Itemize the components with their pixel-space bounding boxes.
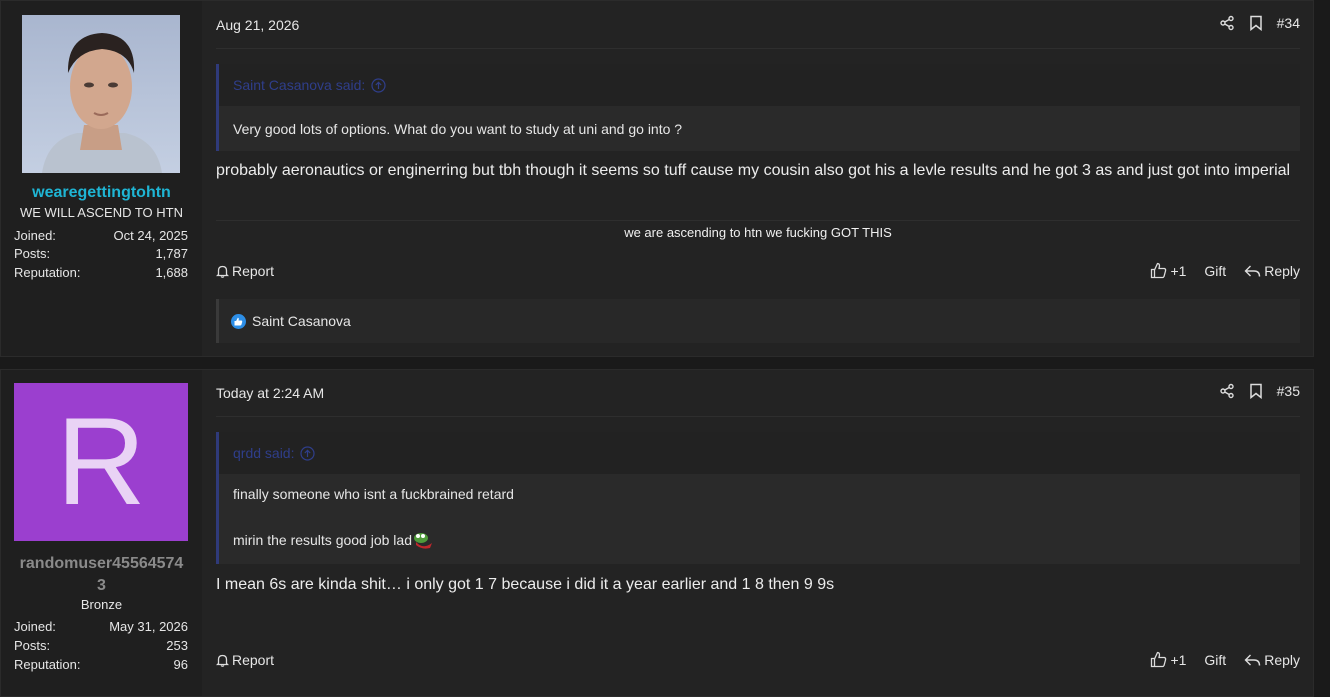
stat-value: 253 <box>166 638 188 653</box>
post-number[interactable]: #34 <box>1277 15 1300 31</box>
avatar[interactable] <box>22 15 180 173</box>
post-actions: Report +1 Gift Reply <box>216 262 1300 279</box>
post-body: Today at 2:24 AM #35 qrdd said: finally … <box>202 370 1313 696</box>
gift-button[interactable]: Gift <box>1204 263 1226 279</box>
stat-value: 96 <box>173 657 188 672</box>
arrow-up-circle-icon[interactable] <box>300 445 316 461</box>
like-button[interactable]: +1 <box>1150 262 1186 279</box>
share-icon[interactable] <box>1219 15 1235 31</box>
quote-content: Very good lots of options. What do you w… <box>219 106 1300 151</box>
signature: we are ascending to htn we fucking GOT T… <box>624 225 892 240</box>
stat-joined: Joined: Oct 24, 2025 <box>14 228 188 243</box>
stat-joined: Joined: May 31, 2026 <box>14 619 188 634</box>
stat-label: Posts: <box>14 246 51 261</box>
thumbs-up-icon <box>1150 262 1167 279</box>
stat-label: Reputation: <box>14 657 81 672</box>
bell-icon <box>216 264 229 278</box>
avatar-letter: R <box>56 393 146 531</box>
reply-button[interactable]: Reply <box>1244 263 1300 279</box>
stat-label: Joined: <box>14 619 56 634</box>
quote-block: Saint Casanova said: Very good lots of o… <box>216 64 1300 151</box>
like-reaction-icon <box>231 313 246 329</box>
stat-posts: Posts: 253 <box>14 638 188 653</box>
reply-label: Reply <box>1264 262 1300 279</box>
message-text: I mean 6s are kinda shit… i only got 1 7… <box>216 576 835 593</box>
stat-reputation: Reputation: 1,688 <box>14 265 188 280</box>
divider <box>216 416 1300 417</box>
quote-line: mirin the results good job lad <box>233 532 412 548</box>
user-title: Bronze <box>80 597 123 612</box>
bookmark-icon[interactable] <box>1249 383 1263 399</box>
bell-icon <box>216 653 229 667</box>
stat-value: Oct 24, 2025 <box>113 228 188 243</box>
username-line: randomuser45564574 <box>19 555 184 572</box>
stat-label: Reputation: <box>14 265 81 280</box>
report-label: Report <box>232 651 275 668</box>
stat-reputation: Reputation: 96 <box>14 657 188 672</box>
like-count: +1 <box>1170 262 1187 279</box>
bookmark-icon[interactable] <box>1249 15 1263 31</box>
user-title: WE WILL ASCEND TO HTN <box>19 205 183 220</box>
share-icon[interactable] <box>1219 383 1235 399</box>
quote-header[interactable]: qrdd said: <box>219 432 1300 474</box>
username-line: 3 <box>97 577 106 594</box>
quote-block: qrdd said: finally someone who isnt a fu… <box>216 432 1300 564</box>
post-date[interactable]: Aug 21, 2026 <box>216 17 299 33</box>
report-button[interactable]: Report <box>216 263 274 279</box>
thumbs-up-icon <box>1150 651 1167 668</box>
post-header-tools: #34 <box>1219 15 1300 31</box>
reply-label: Reply <box>1264 651 1300 668</box>
stat-posts: Posts: 1,787 <box>14 246 188 261</box>
reply-button[interactable]: Reply <box>1244 652 1300 668</box>
gift-button[interactable]: Gift <box>1204 652 1226 668</box>
quote-line: Very good lots of options. What do you w… <box>233 120 683 137</box>
quote-line-row: mirin the results good job lad <box>233 530 434 550</box>
reply-arrow-icon <box>1244 653 1261 667</box>
pepe-emoji-icon <box>412 530 434 550</box>
username[interactable]: wearegettingtohtn <box>1 184 202 202</box>
stat-value: 1,688 <box>155 265 188 280</box>
post-actions: Report +1 Gift Reply <box>216 651 1300 668</box>
post-34: wearegettingtohtn WE WILL ASCEND TO HTN … <box>0 0 1314 357</box>
reaction-users[interactable]: Saint Casanova <box>252 313 351 329</box>
post-body: Aug 21, 2026 #34 Saint Casanova said: Ve… <box>202 1 1313 356</box>
stat-value: May 31, 2026 <box>109 619 188 634</box>
quote-author[interactable]: Saint Casanova said: <box>233 77 365 93</box>
post-header-tools: #35 <box>1219 383 1300 399</box>
post-35: R randomuser45564574 3 Bronze Joined: Ma… <box>0 369 1314 697</box>
stat-label: Posts: <box>14 638 51 653</box>
user-sidebar: R randomuser45564574 3 Bronze Joined: Ma… <box>1 370 202 696</box>
stat-value: 1,787 <box>155 246 188 261</box>
report-button[interactable]: Report <box>216 652 274 668</box>
post-number[interactable]: #35 <box>1277 383 1300 399</box>
avatar[interactable]: R <box>14 383 188 541</box>
arrow-up-circle-icon[interactable] <box>371 77 386 93</box>
like-button[interactable]: +1 <box>1150 651 1186 668</box>
username[interactable]: randomuser45564574 3 <box>1 553 202 597</box>
quote-line: finally someone who isnt a fuckbrained r… <box>233 486 514 502</box>
message-text: probably aeronautics or enginerring but … <box>216 162 1291 179</box>
signature-divider <box>216 220 1300 221</box>
quote-header[interactable]: Saint Casanova said: <box>219 64 1300 106</box>
reply-arrow-icon <box>1244 264 1261 278</box>
quote-content: finally someone who isnt a fuckbrained r… <box>219 474 1300 564</box>
quote-author[interactable]: qrdd said: <box>233 445 294 461</box>
like-count: +1 <box>1170 651 1187 668</box>
user-sidebar: wearegettingtohtn WE WILL ASCEND TO HTN … <box>1 1 202 356</box>
reactions-bar[interactable]: Saint Casanova <box>216 299 1300 343</box>
post-date[interactable]: Today at 2:24 AM <box>216 385 324 401</box>
divider <box>216 48 1300 49</box>
report-label: Report <box>232 262 275 279</box>
stat-label: Joined: <box>14 228 56 243</box>
